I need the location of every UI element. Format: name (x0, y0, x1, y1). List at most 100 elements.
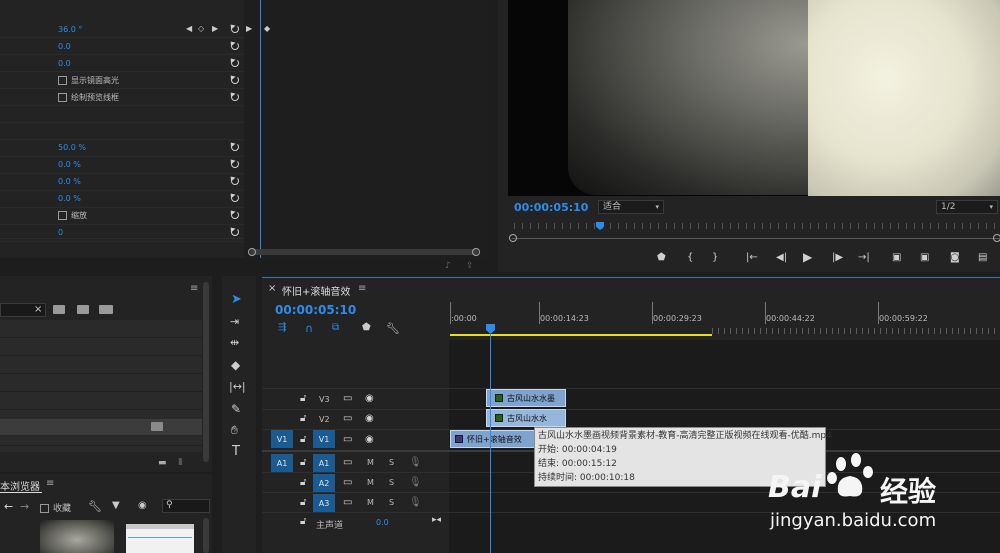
property-value[interactable]: 36.0 ° (58, 25, 82, 34)
keyframe-nav-right-icon[interactable]: ▶ (212, 24, 218, 33)
solo-a1[interactable]: S (389, 458, 394, 467)
project-list-row-selected[interactable] (0, 419, 202, 435)
keyframe-diamond-icon[interactable]: ◆ (264, 24, 270, 33)
ripple-edit-tool-icon[interactable]: ⇹ (230, 336, 239, 349)
scroll-handle-left[interactable] (248, 248, 256, 256)
microphone-icon[interactable]: 🎙︎ (409, 497, 422, 509)
sync-lock-icon[interactable]: ▭ (343, 497, 352, 509)
property-checkbox[interactable]: 缩放 (58, 210, 87, 221)
razor-tool-icon[interactable]: ◆ (231, 358, 240, 372)
microphone-icon[interactable]: 🎙︎ (409, 477, 422, 489)
keyframe-nav-left-icon[interactable]: ◀ (186, 24, 192, 33)
zoom-handle[interactable] (509, 234, 517, 242)
lift-icon[interactable]: ▣ (892, 252, 901, 264)
reset-parameter-icon[interactable] (231, 93, 239, 101)
property-value[interactable]: 0.0 % (58, 194, 81, 203)
reset-parameter-icon[interactable] (231, 160, 239, 168)
go-to-out-icon[interactable]: →| (858, 252, 870, 264)
source-patch-a1[interactable]: A1 (271, 454, 293, 472)
sequence-tab[interactable]: 怀旧+滚轴音效 (282, 283, 350, 298)
program-timecode[interactable]: 00:00:05:10 (514, 201, 588, 214)
property-checkbox[interactable]: 绘制预览线框 (58, 92, 119, 103)
lock-icon[interactable]: 🔓︎ (300, 457, 306, 469)
effect-controls-scrollbar[interactable] (250, 249, 478, 255)
media-browser-tab[interactable]: 本浏览器 (0, 478, 40, 493)
timeline-timecode[interactable]: 00:00:05:10 (275, 303, 356, 317)
property-value[interactable]: 0.0 (58, 42, 71, 51)
play-icon[interactable]: ▶ (803, 251, 812, 263)
lock-icon[interactable]: 🔓︎ (300, 477, 306, 489)
button-editor-icon[interactable]: ▤ (978, 252, 987, 264)
add-keyframe-icon[interactable]: ◇ (198, 24, 204, 33)
extract-icon[interactable]: ▣ (920, 252, 929, 264)
eye-icon[interactable]: ◉ (365, 413, 374, 425)
new-bin-icon[interactable] (53, 305, 65, 314)
project-scrollbar[interactable] (203, 282, 209, 462)
solo-a2[interactable]: S (389, 478, 394, 487)
add-marker-icon[interactable]: ⬟ (657, 252, 666, 264)
type-tool-icon[interactable]: T (232, 444, 240, 459)
media-thumbnail-1[interactable] (40, 520, 114, 553)
linked-selection-icon[interactable]: ⧉ (332, 322, 339, 333)
sync-lock-icon[interactable]: ▭ (343, 457, 352, 469)
eye-icon[interactable]: ◉ (365, 434, 374, 446)
reset-parameter-icon[interactable] (231, 194, 239, 202)
mute-a2[interactable]: M (367, 478, 374, 487)
tvd-icon[interactable] (99, 305, 113, 314)
reset-parameter-icon[interactable] (231, 59, 239, 67)
track-select-tool-icon[interactable]: ⇥ (230, 315, 239, 328)
mute-a1[interactable]: M (367, 458, 374, 467)
clear-search-icon[interactable]: × (34, 304, 42, 315)
eye-icon[interactable]: ◉ (365, 393, 374, 405)
sync-lock-icon[interactable]: ▭ (343, 413, 352, 425)
clip-v1[interactable]: 怀旧+滚轴音效 (450, 430, 536, 448)
new-item-icon[interactable] (77, 305, 89, 314)
sync-lock-icon[interactable]: ▭ (343, 393, 352, 405)
sync-lock-icon[interactable]: ▭ (343, 477, 352, 489)
program-ruler[interactable] (514, 223, 1000, 229)
reset-parameter-icon[interactable] (231, 25, 239, 33)
scroll-handle-right[interactable] (472, 248, 480, 256)
export-frame-icon[interactable]: ⇪ (466, 261, 474, 271)
new-bin-folder-icon[interactable]: ▬ (158, 458, 167, 468)
property-value[interactable]: 0 (58, 228, 63, 237)
clip-v2[interactable]: 古风山水水 (486, 409, 566, 427)
media-search-input[interactable]: ⚲ (162, 499, 210, 513)
pen-tool-icon[interactable]: ✎ (231, 402, 241, 416)
solo-a3[interactable]: S (389, 498, 394, 507)
trash-icon[interactable]: ▮ (178, 457, 183, 467)
reset-parameter-icon[interactable] (231, 76, 239, 84)
step-back-icon[interactable]: ◀| (776, 252, 787, 264)
selection-tool-icon[interactable]: ➤ (231, 292, 242, 307)
step-forward-icon[interactable]: |▶ (832, 252, 843, 264)
media-thumbnail-2[interactable] (126, 524, 194, 553)
wrench-icon[interactable]: 🔧︎ (88, 500, 102, 513)
panel-menu-icon[interactable]: ≡ (358, 283, 366, 294)
close-sequence-icon[interactable]: × (268, 283, 276, 294)
lock-icon[interactable]: 🔓︎ (300, 413, 306, 425)
track-target-a1[interactable]: A1 (313, 454, 335, 472)
track-target-a2[interactable]: A2 (313, 474, 335, 492)
forward-arrow-icon[interactable]: → (20, 500, 29, 513)
add-marker-icon[interactable]: ⬟ (362, 322, 371, 333)
property-value[interactable]: 0.0 (58, 59, 71, 68)
lock-icon[interactable]: 🔓︎ (300, 497, 306, 509)
snap-icon[interactable]: ∩ (305, 322, 313, 335)
back-arrow-icon[interactable]: ← (4, 500, 13, 513)
reset-parameter-icon[interactable] (231, 143, 239, 151)
lock-icon[interactable]: 🔓︎ (300, 393, 306, 405)
export-frame-camera-icon[interactable]: ◙ (950, 252, 960, 264)
play-audio-icon[interactable]: ♪ (445, 261, 451, 271)
mark-in-icon[interactable]: { (687, 252, 693, 264)
zoom-handle-right[interactable] (993, 234, 1000, 242)
reset-parameter-icon[interactable] (231, 177, 239, 185)
fit-select[interactable]: 适合 ▾ (598, 200, 664, 214)
timeline-settings-icon[interactable]: 🔧︎ (386, 322, 400, 335)
lock-icon[interactable]: 🔓︎ (300, 434, 306, 446)
clip-v3[interactable]: 古风山水水墨 (486, 389, 566, 407)
filter-icon[interactable]: ▼ (112, 500, 120, 511)
panel-menu-icon[interactable]: ≡ (46, 478, 54, 489)
hand-tool-icon[interactable]: ✋︎ (231, 423, 238, 438)
property-checkbox[interactable]: 显示镜面高光 (58, 75, 119, 86)
resolution-select[interactable]: 1/2 ▾ (936, 200, 998, 214)
